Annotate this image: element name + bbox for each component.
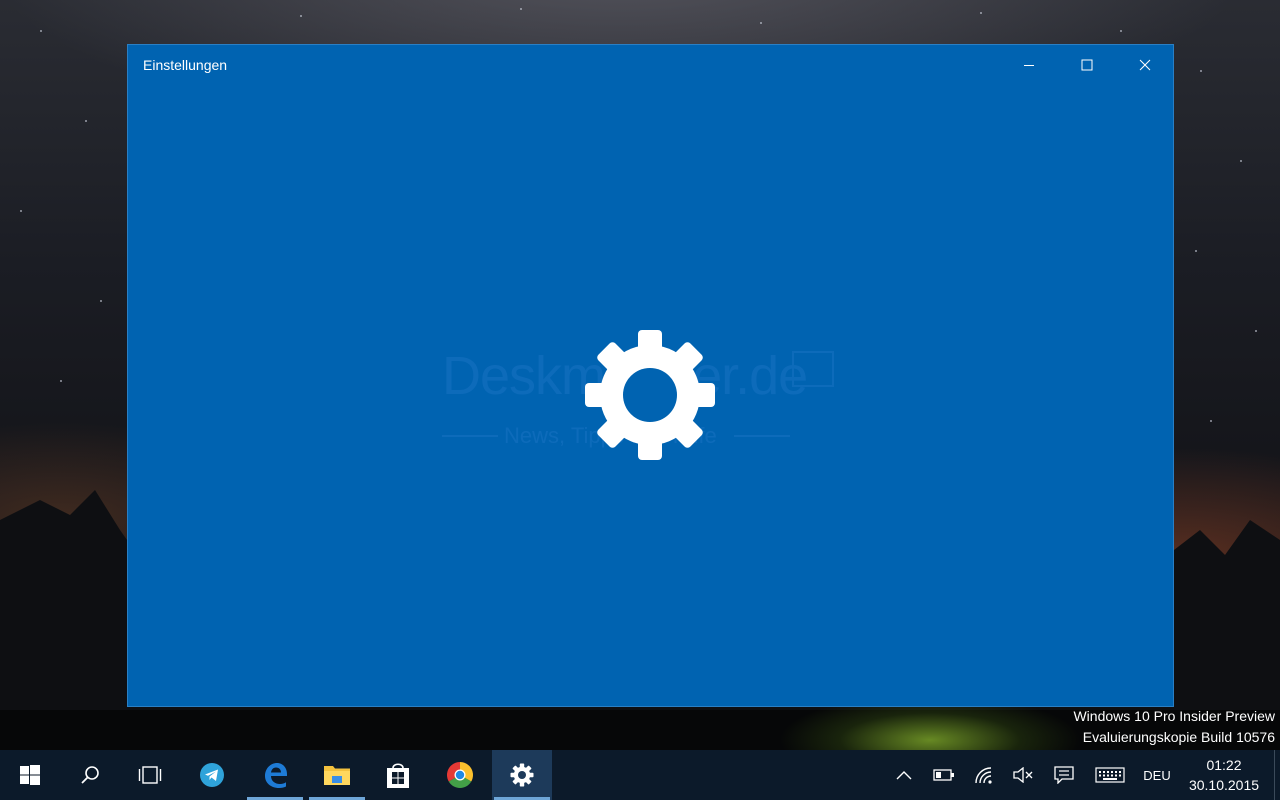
taskbar: DEU 01:22 30.10.2015: [0, 750, 1280, 800]
task-view-button[interactable]: [120, 750, 180, 800]
maximize-button[interactable]: [1059, 45, 1115, 85]
title-bar[interactable]: Einstellungen: [128, 45, 1173, 85]
network-button[interactable]: [964, 750, 1004, 800]
wifi-icon: [975, 767, 992, 784]
close-icon: [1139, 59, 1151, 71]
start-button[interactable]: [0, 750, 60, 800]
site-watermark-box: [792, 351, 834, 387]
store-taskbar-button[interactable]: [368, 750, 428, 800]
minimize-icon: [1024, 65, 1034, 66]
splash-gear-icon: [585, 330, 715, 460]
search-button[interactable]: [60, 750, 120, 800]
action-center-icon: [1054, 766, 1074, 784]
file-explorer-taskbar-button[interactable]: [307, 750, 367, 800]
clock-button[interactable]: 01:22 30.10.2015: [1184, 750, 1264, 800]
site-watermark-line-left: [442, 435, 498, 437]
clock-time: 01:22: [1206, 757, 1242, 773]
chrome-icon: [446, 762, 474, 789]
minimize-button[interactable]: [1001, 45, 1057, 85]
keyboard-icon: [1095, 767, 1125, 783]
volume-muted-icon: [1013, 767, 1033, 783]
windows-logo-icon: [20, 765, 40, 785]
battery-icon: [933, 769, 954, 781]
close-button[interactable]: [1117, 45, 1173, 85]
edge-taskbar-button[interactable]: [245, 750, 305, 800]
store-icon: [387, 763, 409, 788]
maximize-icon: [1081, 59, 1093, 71]
touch-keyboard-button[interactable]: [1089, 750, 1131, 800]
action-center-button[interactable]: [1044, 750, 1084, 800]
chevron-up-icon: [896, 771, 912, 780]
settings-taskbar-button[interactable]: [492, 750, 552, 800]
input-language-label: DEU: [1143, 767, 1171, 783]
task-view-icon: [138, 766, 162, 784]
chrome-taskbar-button[interactable]: [430, 750, 490, 800]
search-icon: [81, 766, 99, 784]
tent-glow: [780, 700, 1080, 750]
telegram-taskbar-button[interactable]: [182, 750, 242, 800]
gear-icon: [510, 763, 534, 787]
battery-button[interactable]: [924, 750, 964, 800]
volume-button[interactable]: [1003, 750, 1043, 800]
window-title: Einstellungen: [143, 57, 228, 73]
show-hidden-icons-button[interactable]: [884, 750, 924, 800]
site-watermark-line-right: [734, 435, 790, 437]
edge-icon: [265, 763, 287, 788]
telegram-icon: [200, 763, 224, 787]
folder-icon: [324, 766, 350, 785]
settings-window: Einstellungen Deskmodder.de News, Tipps …: [127, 44, 1174, 707]
os-watermark-line1: Windows 10 Pro Insider Preview: [1073, 708, 1275, 724]
show-desktop-button[interactable]: [1274, 750, 1280, 800]
os-build-watermark: Windows 10 Pro Insider Preview Evaluieru…: [1073, 706, 1275, 748]
clock-date: 30.10.2015: [1188, 777, 1260, 793]
input-language-button[interactable]: DEU: [1137, 750, 1177, 800]
os-watermark-line2: Evaluierungskopie Build 10576: [1082, 729, 1275, 745]
